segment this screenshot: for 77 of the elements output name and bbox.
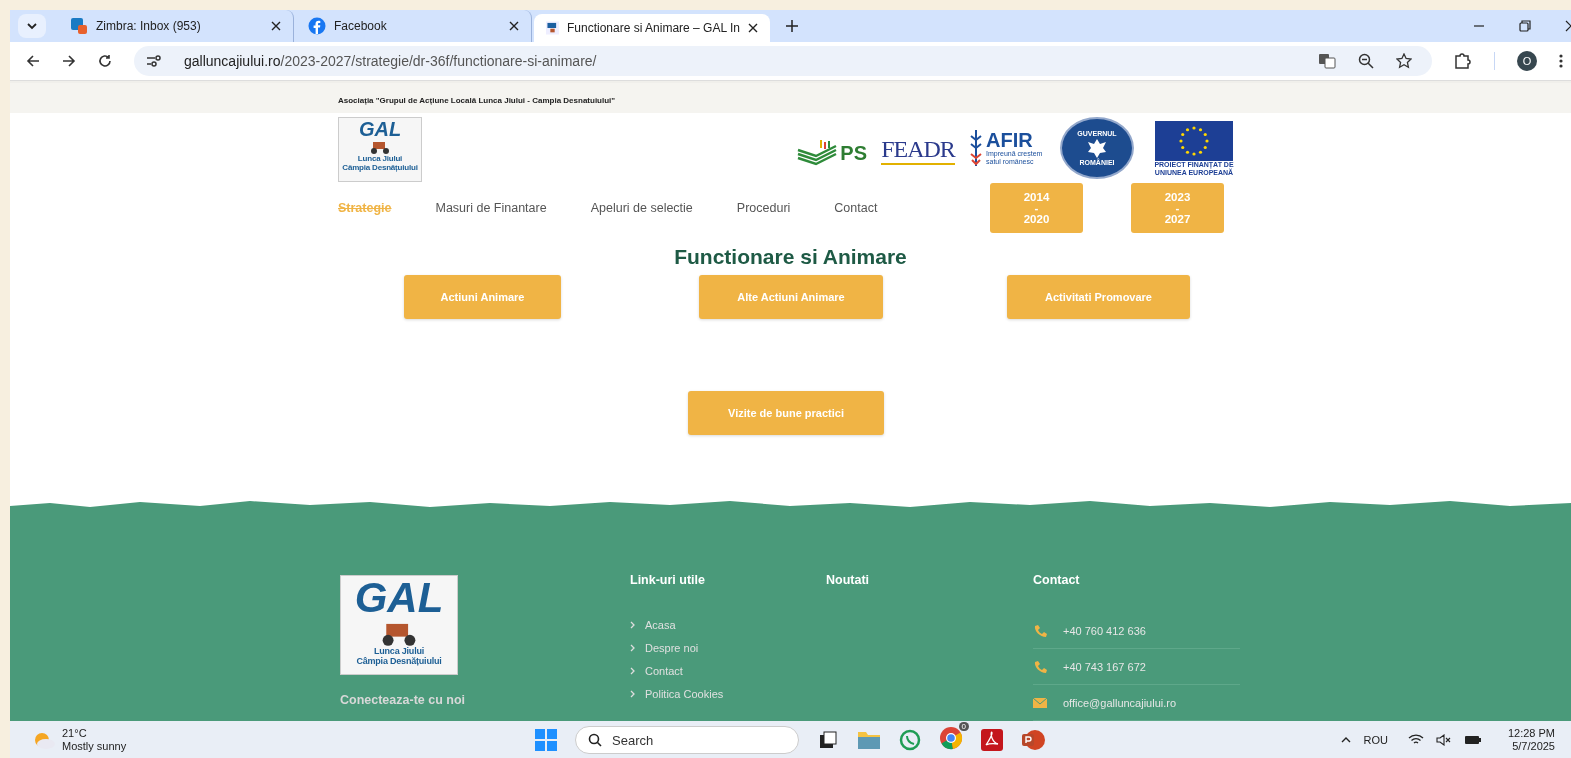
footer-heading: Link-uri utile	[630, 573, 706, 587]
close-icon[interactable]	[748, 23, 758, 33]
zoom-out-icon[interactable]	[1358, 53, 1374, 69]
phone-icon	[1033, 659, 1047, 674]
footer-heading: Noutati	[826, 573, 871, 587]
taskbar-search[interactable]: Search	[575, 726, 799, 754]
logo-subtitle: Câmpia Desnățuiului	[342, 163, 418, 172]
notification-badge: 0	[958, 722, 969, 731]
browser-tab[interactable]: Functionare si Animare – GAL In	[534, 14, 770, 42]
pdf-app-icon[interactable]	[981, 729, 1003, 751]
logo-subtitle: Lunca Jiului	[373, 646, 425, 656]
association-name: Asociația "Grupul de Acțiune Locală Lunca Jiului - Campia Desnatuiului"	[338, 96, 616, 105]
ps-logo-text: PS	[840, 141, 867, 165]
phone-icon	[1033, 623, 1047, 638]
tab-title: Zimbra: Inbox (953)	[96, 19, 202, 33]
translate-icon[interactable]	[1318, 53, 1336, 69]
windows-start-icon[interactable]	[535, 729, 557, 751]
close-icon[interactable]	[271, 21, 281, 31]
speaker-muted-icon[interactable]	[1435, 734, 1452, 746]
clock-date[interactable]: 5/7/2025	[1512, 740, 1555, 753]
chevron-right-icon	[630, 644, 636, 652]
tab-title: Facebook	[334, 19, 388, 33]
nav-link[interactable]: Apeluri de selectie	[590, 201, 693, 215]
search-icon	[588, 733, 602, 747]
logo-subtitle: Câmpia Desnățuiului	[356, 656, 442, 666]
f-logo-icon	[308, 17, 326, 35]
logo-subtitle: Lunca Jiului	[357, 154, 403, 163]
tab-search-button[interactable]	[18, 14, 46, 38]
gal-logo[interactable]: GAL Lunca Jiului Câmpia Desnățuiului	[340, 575, 458, 675]
profile-avatar[interactable]: O	[1517, 51, 1537, 71]
new-tab-icon[interactable]	[786, 20, 798, 32]
logo-title: GAL	[358, 118, 402, 140]
folder-icon[interactable]	[857, 729, 881, 751]
task-view-icon[interactable]	[817, 729, 839, 751]
chevron-up-icon[interactable]	[1341, 736, 1352, 744]
tab-title: Functionare si Animare – GAL In	[567, 21, 740, 35]
eu-flag-icon	[1155, 121, 1233, 161]
extensions-icon[interactable]	[1454, 53, 1472, 69]
weather-text: Mostly sunny	[62, 740, 127, 753]
chevron-down-icon	[26, 20, 38, 32]
menu-icon[interactable]	[1559, 54, 1563, 68]
close-icon[interactable]	[509, 21, 519, 31]
site-logo-icon	[546, 19, 559, 37]
forward-icon[interactable]	[62, 54, 76, 68]
wheat-icon	[969, 128, 983, 168]
nav-link[interactable]: Proceduri	[736, 201, 791, 215]
chat-bubble-icon[interactable]	[899, 729, 921, 751]
afir-logo-text: AFIR	[986, 130, 1034, 150]
gal-logo[interactable]: GAL Lunca Jiului Câmpia Desnățuiului	[338, 117, 422, 182]
nav-link[interactable]: Masuri de Finantare	[435, 201, 547, 215]
tractor-icon	[369, 140, 391, 154]
chevron-right-icon	[630, 621, 636, 629]
address-bar[interactable]: galluncajiului.ro/2023-2027/strategie/dr-36f/functionare-si-animare/	[134, 46, 1432, 76]
logo-title: GAL	[354, 576, 444, 620]
temperature: 21°C	[62, 727, 88, 740]
star-icon[interactable]	[1396, 53, 1412, 69]
site-settings-icon[interactable]	[146, 54, 162, 68]
reload-icon[interactable]	[98, 54, 112, 68]
wifi-icon[interactable]	[1407, 734, 1424, 746]
url-text: galluncajiului.ro/2023-2027/strategie/dr-36f/functionare-si-animare/	[184, 53, 597, 69]
connect-heading: Conecteaza-te cu noi	[340, 693, 467, 707]
feadr-logo-text: FEADR	[881, 135, 955, 165]
language-indicator[interactable]: ROU	[1363, 734, 1388, 746]
chrome-icon[interactable]	[939, 726, 963, 750]
chevron-right-icon	[630, 667, 636, 675]
page-heading: Functionare si Animare	[673, 245, 908, 269]
footer-heading: Contact	[1033, 573, 1081, 587]
back-icon[interactable]	[26, 54, 40, 68]
restore-icon[interactable]	[1519, 20, 1531, 32]
nav-link[interactable]: Contact	[834, 201, 878, 215]
clock-time[interactable]: 12:28 PM	[1507, 727, 1555, 740]
envelope-icon	[1033, 697, 1047, 708]
chevron-right-icon	[630, 690, 636, 698]
stripes-icon	[796, 140, 839, 166]
slides-app-icon[interactable]	[1021, 729, 1045, 751]
battery-icon[interactable]	[1463, 734, 1482, 746]
mail-app-icon	[70, 17, 88, 35]
